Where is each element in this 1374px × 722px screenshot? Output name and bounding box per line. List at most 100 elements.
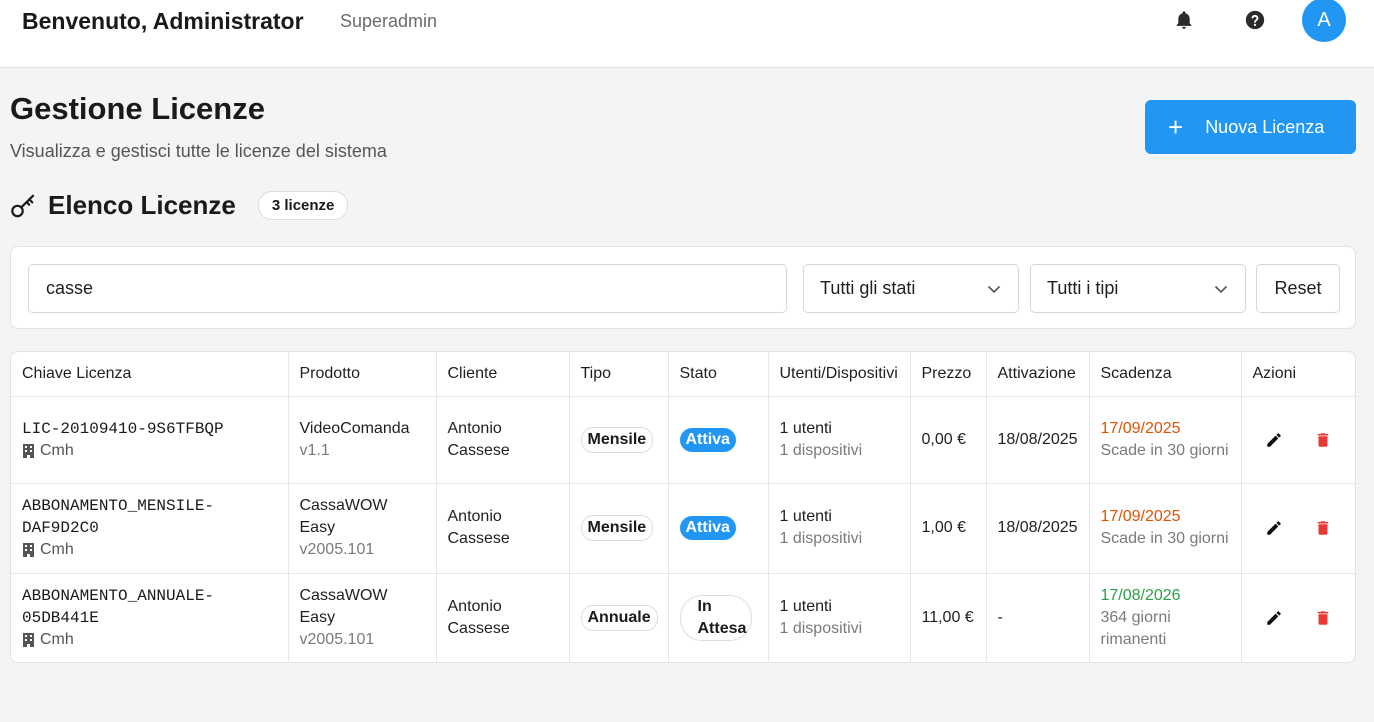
client-cell: Antonio Cassese: [436, 396, 570, 484]
price-cell: 1,00 €: [910, 483, 987, 574]
license-key-cell: ABBONAMENTO_MENSILE-DAF9D2C0 Cmh: [11, 483, 289, 574]
type-badge: Mensile: [580, 515, 654, 541]
type-cell: Mensile: [569, 396, 669, 484]
table-row[interactable]: ABBONAMENTO_MENSILE-DAF9D2C0 Cmh CassaWO…: [11, 483, 1355, 574]
price-cell: 11,00 €: [910, 573, 987, 662]
column-header[interactable]: Scadenza: [1089, 352, 1242, 397]
devices-count: 1 dispositivi: [779, 530, 863, 547]
company-label: Cmh: [22, 440, 277, 462]
activation-cell: 18/08/2025: [986, 483, 1090, 574]
table-row[interactable]: ABBONAMENTO_ANNUALE-05DB441E Cmh CassaWO…: [11, 573, 1355, 662]
column-header[interactable]: Tipo: [569, 352, 669, 397]
column-header[interactable]: Prodotto: [288, 352, 437, 397]
product-name: CassaWOW Easy: [299, 587, 388, 627]
actions-cell: [1241, 483, 1355, 574]
type-filter-select[interactable]: Tutti i tipi: [1030, 264, 1246, 313]
product-version: v1.1: [299, 441, 330, 459]
reset-button[interactable]: Reset: [1256, 264, 1340, 313]
avatar[interactable]: A: [1302, 0, 1346, 42]
type-filter-value: Tutti i tipi: [1047, 278, 1119, 298]
user-role: Superadmin: [340, 11, 438, 31]
column-header[interactable]: Chiave Licenza: [11, 352, 289, 397]
client-cell: Antonio Cassese: [436, 573, 570, 662]
list-header: Elenco Licenze 3 licenze: [10, 187, 349, 223]
expiry-cell: 17/09/2025 Scade in 30 giorni: [1089, 396, 1242, 484]
plus-icon: +: [1168, 112, 1184, 142]
help-icon[interactable]: [1244, 9, 1266, 31]
status-cell: Attiva: [668, 396, 769, 484]
company-label: Cmh: [22, 539, 277, 561]
table-header-row: Chiave Licenza Prodotto Cliente Tipo Sta…: [11, 352, 1355, 397]
actions-cell: [1241, 396, 1355, 484]
trash-icon[interactable]: [1314, 431, 1332, 449]
company-name: Cmh: [40, 441, 74, 459]
users-count: 1 utenti: [779, 598, 832, 616]
pencil-icon[interactable]: [1265, 519, 1283, 537]
license-key: LIC-20109410-9S6TFBQP: [22, 419, 224, 438]
devices-count: 1 dispositivi: [779, 620, 863, 638]
license-key: ABBONAMENTO_MENSILE-DAF9D2C0: [22, 497, 215, 537]
building-icon: [23, 633, 34, 648]
company-label: Cmh: [22, 629, 277, 651]
column-header[interactable]: Cliente: [436, 352, 570, 397]
license-count-badge: 3 licenze: [257, 190, 349, 220]
price-cell: 0,00 €: [910, 396, 987, 484]
expiry-cell: 17/08/2026 364 giorni rimanenti: [1089, 573, 1242, 662]
activation-cell: -: [986, 573, 1090, 662]
expiry-note: 364 giorni rimanenti: [1100, 609, 1171, 649]
chevron-down-icon: [987, 285, 1001, 293]
product-name: CassaWOW Easy: [299, 497, 388, 536]
users-count: 1 utenti: [779, 419, 832, 437]
new-license-button[interactable]: + Nuova Licenza: [1145, 100, 1356, 154]
license-key-cell: LIC-20109410-9S6TFBQP Cmh: [11, 396, 289, 484]
table-row[interactable]: LIC-20109410-9S6TFBQP Cmh VideoComanda v…: [11, 396, 1355, 484]
status-filter-value: Tutti gli stati: [820, 278, 916, 298]
users-devices-cell: 1 utenti 1 dispositivi: [768, 396, 911, 484]
expiry-date: 17/09/2025: [1100, 419, 1181, 437]
expiry-note: Scade in 30 giorni: [1100, 530, 1229, 547]
filter-bar: Tutti gli stati Tutti i tipi Reset: [10, 246, 1356, 329]
search-input[interactable]: [28, 264, 787, 313]
product-cell: CassaWOW Easy v2005.101: [288, 573, 437, 662]
column-header[interactable]: Prezzo: [910, 352, 987, 397]
actions-cell: [1241, 573, 1355, 662]
users-devices-cell: 1 utenti 1 dispositivi: [768, 573, 911, 662]
page-title: Gestione Licenze: [10, 91, 265, 126]
status-badge: Attiva: [679, 516, 736, 540]
company-name: Cmh: [40, 541, 74, 558]
status-filter-select[interactable]: Tutti gli stati: [803, 264, 1019, 313]
trash-icon[interactable]: [1314, 609, 1332, 627]
client-cell: Antonio Cassese: [436, 483, 570, 574]
company-name: Cmh: [40, 631, 74, 649]
type-badge: Mensile: [580, 426, 654, 453]
expiry-date: 17/08/2026: [1100, 587, 1181, 605]
column-header: Azioni: [1241, 352, 1355, 397]
product-cell: VideoComanda v1.1: [288, 396, 437, 484]
pencil-icon[interactable]: [1265, 609, 1283, 627]
column-header[interactable]: Attivazione: [986, 352, 1090, 397]
type-cell: Mensile: [569, 483, 669, 574]
chevron-down-icon: [1214, 285, 1228, 293]
pencil-icon[interactable]: [1265, 431, 1283, 449]
column-header[interactable]: Utenti/Dispositivi: [768, 352, 911, 397]
status-badge: Attiva: [679, 427, 736, 452]
bell-icon[interactable]: [1173, 9, 1195, 31]
licenses-table: Chiave Licenza Prodotto Cliente Tipo Sta…: [10, 351, 1356, 663]
users-devices-cell: 1 utenti 1 dispositivi: [768, 483, 911, 574]
building-icon: [23, 543, 34, 557]
status-cell: Attiva: [668, 483, 769, 574]
type-cell: Annuale: [569, 573, 669, 662]
devices-count: 1 dispositivi: [779, 441, 863, 459]
building-icon: [23, 443, 34, 458]
activation-cell: 18/08/2025: [986, 396, 1090, 484]
license-key: ABBONAMENTO_ANNUALE-05DB441E: [22, 587, 215, 628]
type-badge: Annuale: [580, 605, 658, 632]
users-count: 1 utenti: [779, 508, 832, 525]
trash-icon[interactable]: [1314, 519, 1332, 537]
status-cell: In Attesa: [668, 573, 769, 662]
column-header[interactable]: Stato: [668, 352, 769, 397]
product-version: v2005.101: [299, 541, 375, 558]
list-title: Elenco Licenze: [48, 189, 236, 220]
top-bar: Benvenuto, Administrator Superadmin A: [0, 0, 1374, 68]
product-name: VideoComanda: [299, 419, 410, 437]
